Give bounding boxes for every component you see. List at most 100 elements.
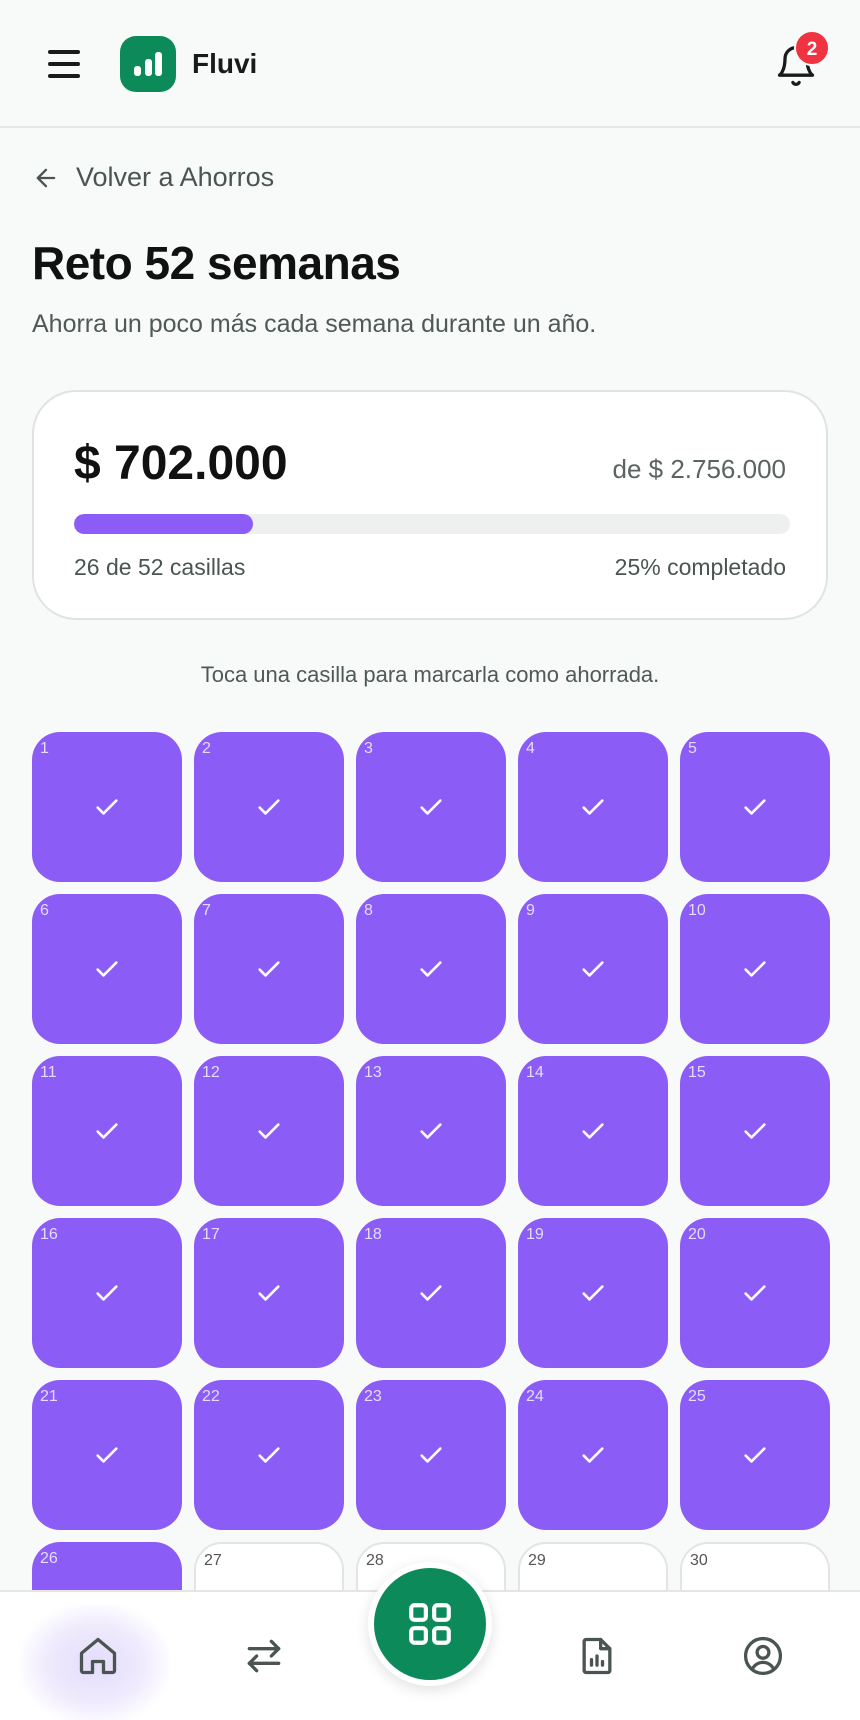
app-logo-icon	[120, 36, 176, 92]
progress-card: $ 702.000 de $ 2.756.000 26 de 52 casill…	[32, 390, 828, 620]
week-box-9[interactable]: 9	[518, 894, 668, 1044]
week-box-12[interactable]: 12	[194, 1056, 344, 1206]
nav-reports[interactable]	[522, 1592, 672, 1720]
week-box-24[interactable]: 24	[518, 1380, 668, 1530]
week-number: 17	[202, 1226, 220, 1243]
menu-icon-line	[48, 74, 80, 78]
boxes-count: 26 de 52 casillas	[74, 554, 246, 580]
week-number: 13	[364, 1064, 382, 1081]
check-icon	[582, 1123, 604, 1139]
check-icon	[744, 961, 766, 977]
week-box-1[interactable]: 1	[32, 732, 182, 882]
week-number: 2	[202, 740, 211, 757]
week-number: 15	[688, 1064, 706, 1081]
week-box-14[interactable]: 14	[518, 1056, 668, 1206]
progress-bar	[74, 514, 790, 534]
check-icon	[258, 961, 280, 977]
week-number: 1	[40, 740, 49, 757]
check-icon	[744, 1123, 766, 1139]
week-number: 22	[202, 1388, 220, 1405]
week-number: 28	[366, 1552, 384, 1569]
check-icon	[420, 1447, 442, 1463]
check-icon	[258, 1285, 280, 1301]
top-bar: Fluvi 2	[0, 0, 860, 128]
week-box-15[interactable]: 15	[680, 1056, 830, 1206]
check-icon	[420, 1285, 442, 1301]
week-number: 8	[364, 902, 373, 919]
check-icon	[582, 1447, 604, 1463]
week-number: 19	[526, 1226, 544, 1243]
check-icon	[96, 799, 118, 815]
check-icon	[258, 799, 280, 815]
week-box-20[interactable]: 20	[680, 1218, 830, 1368]
back-link-label: Volver a Ahorros	[76, 162, 275, 192]
week-number: 21	[40, 1388, 58, 1405]
week-box-4[interactable]: 4	[518, 732, 668, 882]
app-name: Fluvi	[192, 48, 258, 79]
nav-transfers[interactable]	[189, 1592, 339, 1720]
week-box-7[interactable]: 7	[194, 894, 344, 1044]
saved-amount: $ 702.000	[74, 437, 288, 490]
apps-fab-button[interactable]	[368, 1562, 492, 1686]
week-box-18[interactable]: 18	[356, 1218, 506, 1368]
instruction-text: Toca una casilla para marcarla como ahor…	[200, 662, 660, 687]
week-box-3[interactable]: 3	[356, 732, 506, 882]
check-icon	[96, 961, 118, 977]
transfer-icon	[247, 1639, 281, 1673]
page-title: Reto 52 semanas	[32, 237, 401, 289]
grid-icon	[409, 1603, 451, 1645]
nav-profile[interactable]	[688, 1592, 838, 1720]
week-number: 5	[688, 740, 697, 757]
week-number: 23	[364, 1388, 382, 1405]
home-icon	[79, 1637, 117, 1675]
back-to-savings-link[interactable]: Volver a Ahorros	[32, 162, 274, 193]
week-box-19[interactable]: 19	[518, 1218, 668, 1368]
week-number: 24	[526, 1388, 544, 1405]
week-box-5[interactable]: 5	[680, 732, 830, 882]
week-number: 14	[526, 1064, 544, 1081]
week-number: 10	[688, 902, 706, 919]
week-number: 3	[364, 740, 373, 757]
week-box-10[interactable]: 10	[680, 894, 830, 1044]
week-box-25[interactable]: 25	[680, 1380, 830, 1530]
check-icon	[744, 1447, 766, 1463]
week-number: 6	[40, 902, 49, 919]
check-icon	[582, 1285, 604, 1301]
check-icon	[744, 1285, 766, 1301]
report-icon	[582, 1637, 612, 1675]
week-number: 20	[688, 1226, 706, 1243]
week-box-16[interactable]: 16	[32, 1218, 182, 1368]
week-box-21[interactable]: 21	[32, 1380, 182, 1530]
week-number: 25	[688, 1388, 706, 1405]
week-box-6[interactable]: 6	[32, 894, 182, 1044]
week-box-8[interactable]: 8	[356, 894, 506, 1044]
check-icon	[744, 799, 766, 815]
menu-button[interactable]	[40, 44, 88, 84]
check-icon	[96, 1447, 118, 1463]
week-number: 27	[204, 1552, 222, 1569]
check-icon	[582, 961, 604, 977]
week-number: 30	[690, 1552, 708, 1569]
menu-icon-line	[48, 62, 80, 66]
week-number: 18	[364, 1226, 382, 1243]
week-box-17[interactable]: 17	[194, 1218, 344, 1368]
arrow-left-icon	[36, 168, 56, 187]
profile-icon	[743, 1636, 783, 1676]
goal-amount: de $ 2.756.000	[612, 454, 787, 484]
menu-icon-line	[48, 50, 80, 54]
check-icon	[582, 799, 604, 815]
week-box-11[interactable]: 11	[32, 1056, 182, 1206]
check-icon	[420, 1123, 442, 1139]
progress-bar-fill	[74, 514, 253, 534]
week-box-22[interactable]: 22	[194, 1380, 344, 1530]
week-box-2[interactable]: 2	[194, 732, 344, 882]
nav-home[interactable]	[23, 1592, 173, 1720]
week-box-13[interactable]: 13	[356, 1056, 506, 1206]
check-icon	[420, 799, 442, 815]
week-number: 7	[202, 902, 211, 919]
week-box-23[interactable]: 23	[356, 1380, 506, 1530]
week-number: 9	[526, 902, 535, 919]
week-number: 4	[526, 740, 535, 757]
check-icon	[96, 1285, 118, 1301]
check-icon	[258, 1447, 280, 1463]
